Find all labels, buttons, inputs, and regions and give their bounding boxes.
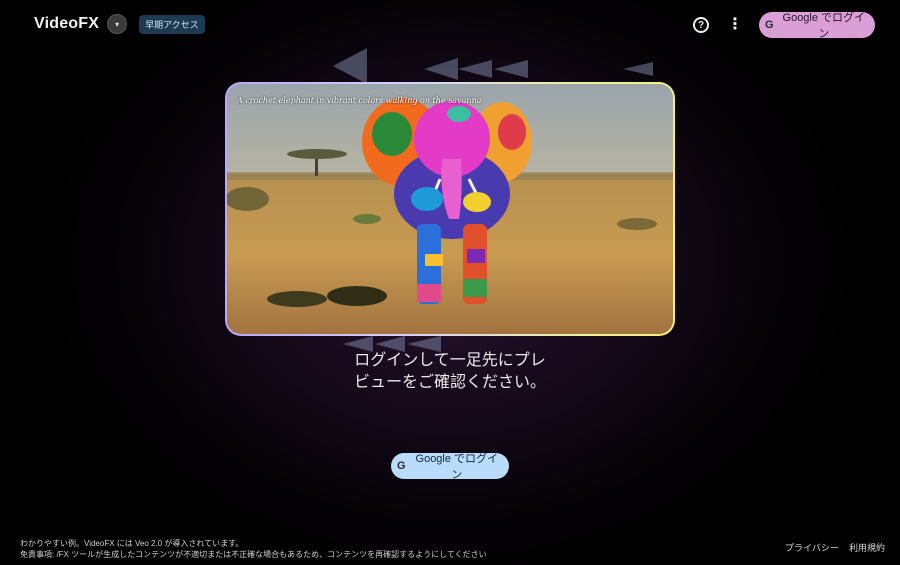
footer-note-line: 免責事項: /FX ツールが生成したコンテンツが不適切または不正確な場合もあるた… xyxy=(20,550,487,559)
main-login-label: Google でログイン xyxy=(415,453,499,481)
decorative-arrow-icon xyxy=(623,62,653,76)
header-login-label: Google でログイン xyxy=(782,12,866,40)
hero-caption: A crochet elephant in vibrant colors wal… xyxy=(237,96,482,105)
header-login-button[interactable]: G Google でログイン xyxy=(759,12,875,40)
early-access-badge: 早期アクセス xyxy=(139,14,205,34)
decorative-arrow-icon xyxy=(494,60,528,78)
page: VideoFX ▾ 早期アクセス ? ⋮ G Google でログイン A cr… xyxy=(0,0,900,565)
hero-image: A crochet elephant in vibrant colors wal… xyxy=(227,84,673,334)
decorative-arrow-icon xyxy=(424,58,458,80)
page-heading: ログインして一足先にプレ ビューをご確認ください。 xyxy=(300,350,600,394)
elephant-illustration xyxy=(227,84,673,334)
footer-note-line: わかりやすい例。VideoFX には Veo 2.0 が導入されています。 xyxy=(20,539,244,548)
google-icon: G xyxy=(397,460,406,472)
brand: VideoFX ▾ 早期アクセス xyxy=(34,14,205,34)
privacy-link[interactable]: プライバシー xyxy=(785,541,839,554)
heading-line: ビューをご確認ください。 xyxy=(353,374,546,391)
heading-line: ログインして一足先にプレ xyxy=(354,352,546,369)
chevron-down-icon[interactable]: ▾ xyxy=(107,14,128,34)
app-title: VideoFX xyxy=(34,15,100,32)
footer-disclaimer: わかりやすい例。VideoFX には Veo 2.0 が導入されています。 免責… xyxy=(20,538,487,560)
more-options-icon[interactable]: ⋮ xyxy=(727,15,743,35)
help-icon[interactable]: ? xyxy=(693,17,709,33)
hero-card: A crochet elephant in vibrant colors wal… xyxy=(225,82,675,336)
terms-link[interactable]: 利用規約 xyxy=(849,541,885,554)
main-login-button[interactable]: G Google でログイン xyxy=(391,453,509,481)
decorative-arrow-icon xyxy=(333,48,367,84)
decorative-arrow-icon xyxy=(458,60,492,78)
google-icon: G xyxy=(765,19,774,31)
